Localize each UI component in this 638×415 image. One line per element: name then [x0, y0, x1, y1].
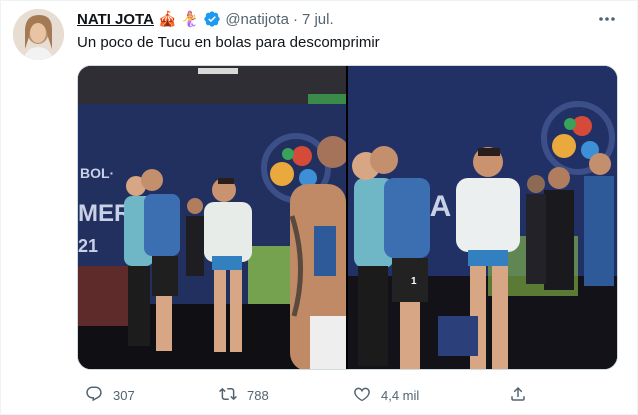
svg-text:BOL·: BOL· [80, 165, 114, 181]
like-button[interactable]: 4,4 mil [353, 385, 419, 406]
retweet-count: 788 [247, 388, 269, 403]
shirt-number: 1 [411, 276, 417, 287]
avatar[interactable] [13, 9, 64, 60]
reply-icon [85, 385, 103, 406]
avatar-image [13, 9, 64, 60]
media-image-right[interactable]: CA 1 [348, 66, 617, 369]
tweet-card[interactable]: NATI JOTA 🎪 🧜‍♀️ @natijota · 7 jul. Un p… [0, 0, 638, 415]
share-button[interactable] [509, 385, 527, 406]
media-image-left[interactable]: BOL· MERIC 21 [78, 66, 346, 369]
author-name[interactable]: NATI JOTA [77, 11, 154, 28]
verified-badge-icon [203, 10, 221, 28]
tweet-date[interactable]: 7 jul. [302, 11, 334, 28]
tweet-media[interactable]: BOL· MERIC 21 1 [77, 65, 618, 370]
tweet-header: NATI JOTA 🎪 🧜‍♀️ @natijota · 7 jul. [77, 9, 334, 29]
separator-dot: · [292, 10, 298, 28]
circus-tent-emoji: 🎪 [157, 11, 177, 28]
svg-text:21: 21 [78, 236, 98, 256]
like-count: 4,4 mil [381, 388, 420, 403]
mermaid-emoji: 🧜‍♀️ [180, 11, 200, 28]
tweet-actions: 307 788 4,4 mil [77, 385, 618, 407]
reply-count: 307 [113, 388, 135, 403]
reply-button[interactable]: 307 [85, 385, 135, 406]
retweet-icon [219, 385, 237, 406]
share-icon [509, 385, 527, 406]
more-options-icon[interactable] [597, 9, 617, 34]
author-handle[interactable]: @natijota [225, 11, 289, 28]
heart-icon [353, 385, 371, 406]
retweet-button[interactable]: 788 [219, 385, 269, 406]
tweet-text: Un poco de Tucu en bolas para descomprim… [77, 34, 380, 51]
